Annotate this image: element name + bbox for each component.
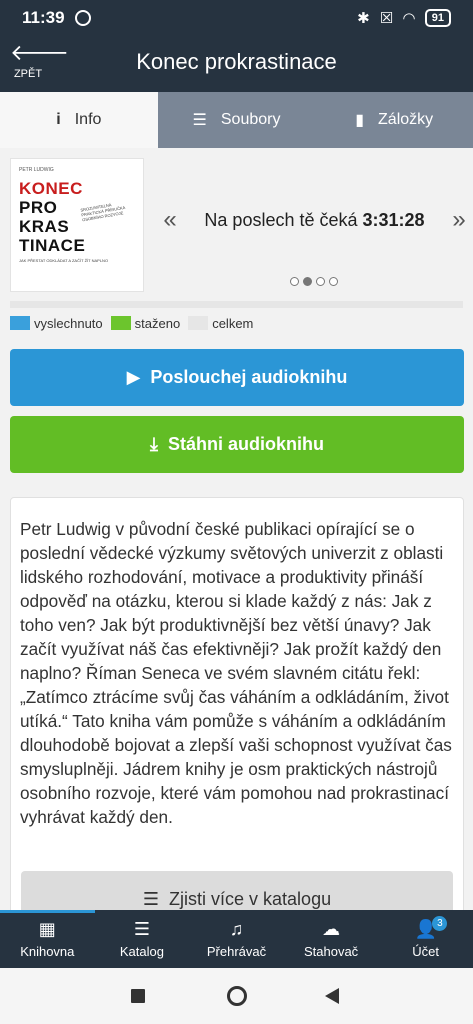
legend-total: celkem: [188, 316, 253, 331]
wifi-icon: ◠: [403, 10, 415, 27]
status-time: 11:39: [22, 8, 65, 27]
chevron-right-icon[interactable]: »: [445, 206, 473, 234]
tab-bar: i Info ☰ Soubory ▮ Záložky: [0, 92, 473, 148]
slider-dot[interactable]: [329, 277, 338, 286]
list-icon: ☰: [192, 112, 207, 129]
bookmark-icon: ▮: [355, 112, 365, 129]
legend-swatch: [10, 316, 30, 330]
list-icon: ☰: [142, 888, 160, 909]
listen-time-text: Na poslech tě čeká 3:31:28: [204, 209, 425, 230]
legend-swatch: [110, 316, 131, 330]
info-slider: « Na poslech tě čeká 3:31:28 »: [156, 195, 473, 245]
cover-subtitle: JAK PŘESTAT ODKLÁDAT A ZAČÍT ŽÍT NAPLNO: [19, 258, 109, 263]
description-box: Petr Ludwig v původní české publikaci op…: [10, 497, 464, 917]
legend-heard: vyslechnuto: [10, 316, 103, 331]
nav-catalog[interactable]: ☰ Katalog: [95, 910, 190, 968]
play-icon: ▶: [126, 367, 141, 387]
play-audiobook-button[interactable]: ▶ Poslouchej audioknihu: [10, 349, 464, 406]
recent-apps-icon[interactable]: [131, 989, 145, 1003]
status-icons: ✱ ☒ ◠ 91: [357, 9, 451, 27]
back-icon[interactable]: [325, 988, 339, 1004]
download-icon: ⤓: [150, 434, 158, 454]
nav-downloader[interactable]: ☁ Stahovač: [284, 910, 379, 968]
page-title: Konec prokrastinace: [136, 49, 337, 74]
chevron-left-icon[interactable]: «: [156, 206, 184, 234]
home-icon[interactable]: [227, 986, 247, 1006]
slider-dot[interactable]: [316, 277, 325, 286]
nav-library[interactable]: ▦ Knihovna: [0, 910, 95, 968]
info-icon: i: [56, 111, 61, 128]
app-bar: 🡐 ZPĚT Konec prokrastinace: [0, 36, 473, 92]
progress-bar: [10, 301, 463, 308]
progress-legend: vyslechnuto staženo celkem: [10, 315, 261, 331]
tab-files[interactable]: ☰ Soubory: [157, 92, 316, 148]
cloud-download-icon: ☁: [322, 918, 341, 939]
tab-info[interactable]: i Info: [0, 92, 158, 148]
legend-swatch: [188, 316, 209, 330]
slider-dots: [290, 277, 338, 286]
library-grid-icon: ▦: [38, 918, 56, 939]
tab-bookmarks[interactable]: ▮ Záložky: [315, 92, 473, 148]
nav-player[interactable]: ♫ Přehrávač: [189, 910, 284, 968]
cover-title: KONEC PRO KRAS TINACE: [19, 179, 86, 255]
bluetooth-icon: ✱: [357, 10, 370, 27]
battery-icon: 91: [424, 9, 451, 27]
legend-downloaded: staženo: [110, 316, 180, 331]
catalog-list-icon: ☰: [133, 918, 150, 939]
bottom-nav: ▦ Knihovna ☰ Katalog ♫ Přehrávač ☁ Staho…: [0, 910, 473, 968]
sim-icon: ☒: [379, 10, 394, 27]
status-bar: 11:39 ✱ ☒ ◠ 91: [0, 0, 473, 36]
book-description: Petr Ludwig v původní české publikaci op…: [20, 519, 452, 827]
notification-badge: 3: [432, 916, 448, 931]
slider-dot[interactable]: [290, 277, 299, 286]
slider-dot-active[interactable]: [303, 277, 312, 286]
cover-author: PETR LUDWIG: [19, 167, 54, 173]
alarm-icon: [74, 10, 91, 26]
nav-account[interactable]: 👤 3 Účet: [378, 910, 473, 968]
tab-label: Soubory: [220, 111, 281, 128]
system-nav-bar: [0, 968, 473, 1024]
tab-label: Záložky: [378, 111, 434, 128]
music-note-icon: ♫: [229, 918, 244, 939]
tab-label: Info: [74, 111, 102, 128]
download-audiobook-button[interactable]: ⤓ Stáhni audioknihu: [10, 416, 464, 473]
book-cover: PETR LUDWIG KONEC PRO KRAS TINACE JAK PŘ…: [10, 158, 144, 292]
